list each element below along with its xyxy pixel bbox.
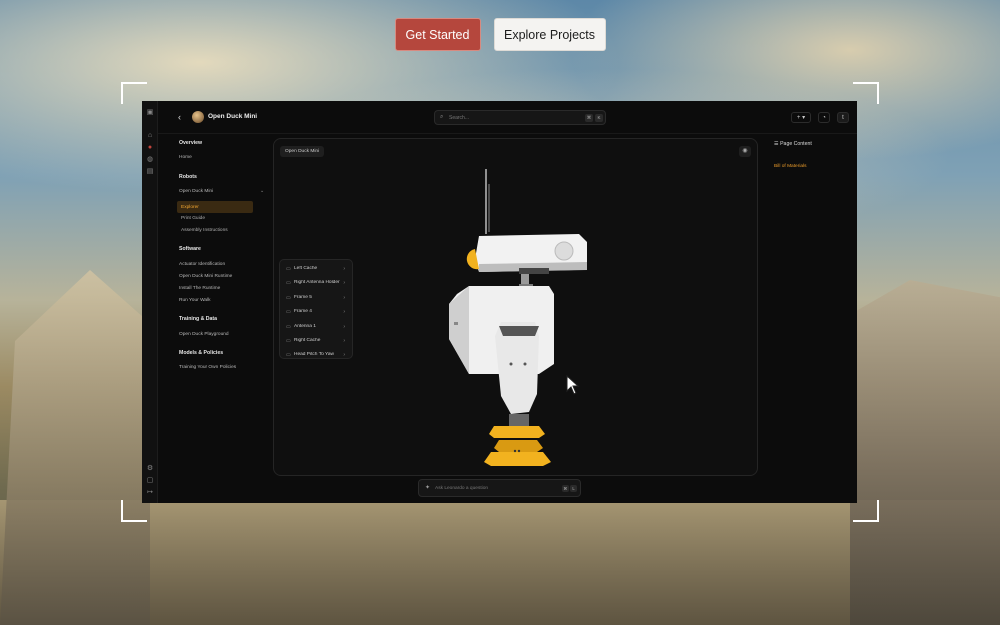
user-avatar[interactable]: t (837, 112, 849, 123)
chevron-right-icon: › (343, 323, 345, 330)
chevron-right-icon: › (343, 351, 345, 358)
chevron-right-icon: › (343, 265, 345, 272)
add-menu-button[interactable]: + ▾ (791, 112, 811, 123)
sidebar-item-training-policies[interactable]: Training Your Own Policies (179, 365, 236, 370)
part-label: Right Cache (294, 338, 321, 343)
document-icon[interactable]: ▤ (146, 168, 154, 176)
list-item[interactable]: ▭ Frame 4 › (280, 305, 352, 319)
bell-icon[interactable]: ◔ (818, 112, 830, 123)
chevron-right-icon: › (343, 294, 345, 301)
folder-icon: ▭ (286, 295, 291, 301)
home-icon[interactable]: ⌂ (146, 132, 154, 140)
sidebar-item-explorer[interactable]: Explorer (177, 201, 253, 213)
back-arrow-icon[interactable]: ‹ (178, 112, 181, 122)
project-title: Open Duck Mini (208, 113, 258, 120)
search-shortcut-cmd: ⌘ (585, 114, 593, 122)
sidebar-toggle-icon[interactable]: ▣ (146, 109, 154, 117)
3d-viewer[interactable]: Open Duck Mini ◉ ▭ Left Cache › ▭ Right … (273, 138, 758, 476)
list-item[interactable]: ▭ Head Pitch To Yaw › (280, 348, 352, 359)
bill-of-materials-link[interactable]: Bill of Materials (774, 164, 807, 169)
mouse-cursor-icon (566, 375, 580, 395)
part-label: Frame 4 (294, 309, 312, 314)
sidebar-item-open-duck-mini[interactable]: Open Duck Mini (179, 189, 213, 194)
search-placeholder: Search... (449, 115, 470, 121)
settings-icon[interactable]: ⚙ (146, 465, 154, 473)
sidebar-section-training: Training & Data (179, 316, 218, 322)
search-input[interactable]: ⌕ Search... ⌘ K (434, 110, 606, 125)
view-toggle-icon[interactable]: ◉ (739, 146, 751, 157)
ask-input[interactable]: ✦ Ask Leonardo a question ⌘ L (418, 479, 581, 497)
app-window: ▣ ⌂ ● ◍ ▤ ⚙ ▢ ↦ ‹ Open Duck Mini ⌕ Searc… (142, 101, 857, 503)
logout-icon[interactable]: ↦ (146, 489, 154, 497)
list-item[interactable]: ▭ Left Cache › (280, 262, 352, 276)
sparkle-icon: ✦ (425, 485, 431, 491)
list-item[interactable]: ▭ Right Antenna Holder › (280, 276, 352, 290)
top-bar: ‹ Open Duck Mini ⌕ Search... ⌘ K + ▾ ◔ t (158, 101, 857, 134)
globe-icon[interactable]: ◍ (146, 156, 154, 164)
search-icon: ⌕ (440, 114, 444, 120)
robot-3d-model[interactable] (439, 164, 599, 469)
chat-icon[interactable]: ▢ (146, 477, 154, 485)
chevron-right-icon: › (343, 279, 345, 286)
sidebar-item-playground[interactable]: Open Duck Playground (179, 332, 229, 337)
explore-projects-button[interactable]: Explore Projects (493, 18, 606, 51)
sidebar-item-run-your-walk[interactable]: Run Your Walk (179, 298, 211, 303)
sidebar-section-robots: Robots (179, 174, 197, 180)
chevron-right-icon: › (343, 337, 345, 344)
chevron-right-icon: › (343, 308, 345, 315)
part-label: Antenna 1 (294, 324, 316, 329)
ask-shortcut-cmd: ⌘ (562, 485, 569, 492)
list-item[interactable]: ▭ Right Cache › (280, 334, 352, 348)
sidebar-item-assembly-instructions[interactable]: Assembly Instructions (181, 228, 228, 233)
part-label: Right Antenna Holder (294, 280, 340, 285)
sidebar-item-label: Explorer (181, 204, 199, 210)
folder-icon: ▭ (286, 352, 291, 358)
folder-icon: ▭ (286, 266, 291, 272)
parts-list: ▭ Left Cache › ▭ Right Antenna Holder › … (279, 259, 353, 359)
list-item[interactable]: ▭ Frame 5 › (280, 291, 352, 305)
part-label: Frame 5 (294, 295, 312, 300)
sidebar: Overview Home Robots Open Duck Mini ⌄ Ex… (158, 134, 264, 503)
folder-icon: ▭ (286, 324, 291, 330)
search-shortcut-key: K (595, 114, 603, 122)
folder-icon: ▭ (286, 280, 291, 286)
part-label: Left Cache (294, 266, 318, 271)
cta-row: Get Started Explore Projects (0, 18, 1000, 51)
sidebar-item-actuator-identification[interactable]: Actuator Identification (179, 262, 225, 267)
background-ruin-right (850, 280, 1000, 625)
icon-rail: ▣ ⌂ ● ◍ ▤ ⚙ ▢ ↦ (142, 101, 158, 503)
sidebar-item-home[interactable]: Home (179, 155, 192, 160)
chevron-down-icon[interactable]: ⌄ (260, 188, 264, 194)
part-label: Head Pitch To Yaw (294, 352, 334, 357)
sidebar-item-print-guide[interactable]: Print Guide (181, 216, 205, 221)
sidebar-item-install-runtime[interactable]: Install The Runtime (179, 286, 220, 291)
frame-corner-bottom-right (853, 500, 879, 522)
sidebar-item-runtime[interactable]: Open Duck Mini Runtime (179, 274, 232, 279)
frame-corner-bottom-left (121, 500, 147, 522)
folder-icon: ▭ (286, 338, 291, 344)
viewer-model-label: Open Duck Mini (280, 146, 325, 157)
page-content-title: ☰ Page Content (774, 141, 812, 147)
robot-icon[interactable]: ● (146, 144, 154, 152)
list-item[interactable]: ▭ Antenna 1 › (280, 320, 352, 334)
sidebar-section-overview: Overview (179, 140, 203, 146)
ask-placeholder: Ask Leonardo a question (435, 486, 489, 491)
sidebar-section-software: Software (179, 246, 201, 252)
folder-icon: ▭ (286, 309, 291, 315)
project-avatar (192, 111, 204, 123)
get-started-button[interactable]: Get Started (394, 18, 481, 51)
ask-shortcut-key: L (570, 485, 577, 492)
sidebar-section-models: Models & Policies (179, 350, 224, 356)
